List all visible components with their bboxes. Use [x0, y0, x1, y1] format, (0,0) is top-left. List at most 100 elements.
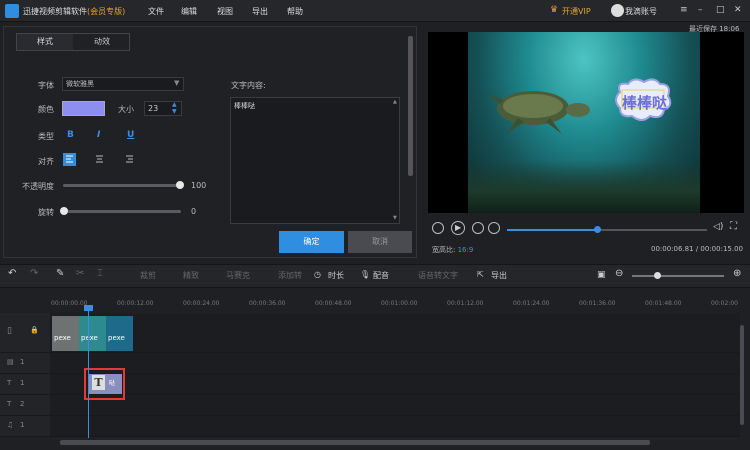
menu-export[interactable]: 导出: [252, 6, 268, 17]
stop-icon[interactable]: [488, 222, 500, 234]
mosaic-button[interactable]: 马赛克: [226, 270, 250, 281]
tab-animation[interactable]: 动效: [74, 34, 130, 50]
video-clip[interactable]: pexe: [79, 316, 106, 351]
align-right-icon[interactable]: [123, 153, 136, 166]
video-track-icon: ▯: [7, 326, 12, 336]
menu-help[interactable]: 帮助: [287, 6, 303, 17]
video-clip[interactable]: pexe: [52, 316, 79, 351]
rotate-label: 旋转: [38, 208, 54, 217]
app-title-text: 迅捷视频剪辑软件: [23, 7, 87, 16]
text-track[interactable]: [50, 374, 740, 395]
zoom-in-icon[interactable]: ⊕: [733, 268, 741, 279]
ruler-tick: 00:00:48.00: [315, 300, 352, 307]
panel-scrollbar[interactable]: [408, 36, 413, 176]
align-left-icon[interactable]: [63, 153, 76, 166]
duration-button[interactable]: 时长: [328, 270, 344, 281]
time-display: 00:00:06.81 / 00:00:15.00: [651, 245, 743, 253]
menu-edit[interactable]: 编辑: [181, 6, 197, 17]
avatar[interactable]: [611, 4, 624, 17]
playback-progress-fill: [507, 229, 597, 231]
maximize-icon[interactable]: □: [716, 5, 725, 15]
music-icon: ♫: [7, 421, 14, 429]
crop-button[interactable]: 裁剪: [140, 270, 156, 281]
bold-button[interactable]: B: [67, 130, 74, 140]
video-clip[interactable]: pexe: [106, 316, 133, 351]
time-current: 00:00:06.81: [651, 245, 694, 253]
export-button[interactable]: 导出: [491, 270, 507, 281]
refine-button[interactable]: 精致: [183, 270, 199, 281]
minimize-icon[interactable]: –: [698, 5, 703, 15]
time-separator: /: [695, 245, 699, 253]
menu-view[interactable]: 视图: [217, 6, 233, 17]
ruler-tick: 00:01:24.00: [513, 300, 550, 307]
ruler-tick: 00:01:48.00: [645, 300, 682, 307]
scroll-down-icon[interactable]: ▼: [393, 215, 397, 221]
menu-icon[interactable]: ≡: [680, 5, 688, 15]
zoom-slider[interactable]: [632, 275, 724, 277]
close-icon[interactable]: ✕: [734, 5, 742, 15]
vip-crown-icon: ♛: [550, 5, 559, 15]
align-center-icon[interactable]: [93, 153, 106, 166]
opacity-slider[interactable]: [63, 184, 181, 187]
edition-badge: (会员专版): [87, 7, 126, 16]
undo-icon[interactable]: ↶: [8, 268, 16, 279]
rotate-slider[interactable]: [63, 210, 181, 213]
text-content-input[interactable]: 棒棒哒: [230, 97, 400, 224]
italic-button[interactable]: I: [97, 130, 100, 140]
timeline-vscrollbar[interactable]: [740, 325, 744, 425]
aspect-value: 16:9: [457, 246, 474, 254]
cancel-button[interactable]: 取消: [348, 231, 412, 253]
prev-frame-icon[interactable]: [432, 222, 444, 234]
playback-progress[interactable]: [507, 229, 707, 231]
zoom-slider-handle[interactable]: [654, 272, 661, 279]
text-track-2[interactable]: [50, 395, 740, 416]
editor-tabs: 样式 动效: [16, 33, 130, 51]
scroll-up-icon[interactable]: ▲: [393, 99, 397, 105]
font-select[interactable]: 微软雅黑: [62, 77, 184, 91]
timeline-hscrollbar[interactable]: [60, 440, 650, 445]
playhead[interactable]: [88, 308, 89, 438]
volume-icon[interactable]: ◁): [713, 222, 723, 232]
font-label: 字体: [38, 81, 54, 90]
next-frame-icon[interactable]: [472, 222, 484, 234]
music-track[interactable]: [50, 416, 740, 437]
size-stepper-icon[interactable]: ▲ ▼: [172, 101, 177, 115]
color-swatch[interactable]: [62, 101, 105, 116]
aspect-ratio[interactable]: 宽高比: 16:9: [432, 245, 473, 255]
rotate-slider-handle[interactable]: [60, 207, 68, 215]
speech-to-text-button[interactable]: 语音转文字: [418, 270, 458, 281]
playhead-handle[interactable]: [84, 305, 93, 311]
rotate-value: 0: [191, 207, 197, 216]
tab-style[interactable]: 样式: [17, 34, 73, 50]
ruler-tick: 00:01:36.00: [579, 300, 616, 307]
fullscreen-icon[interactable]: ⛶: [730, 221, 737, 232]
text-content-label: 文字内容:: [231, 81, 266, 90]
time-total: 00:00:15.00: [700, 245, 743, 253]
video-track[interactable]: [50, 313, 740, 353]
account-button[interactable]: 我滴账号: [625, 6, 657, 17]
pip-track[interactable]: [50, 353, 740, 374]
text-clip[interactable]: T 哒: [84, 368, 125, 400]
app-logo-icon: [5, 4, 19, 18]
type-label: 类型: [38, 132, 54, 141]
overlay-text[interactable]: 棒棒哒: [622, 92, 667, 113]
underline-button[interactable]: U: [127, 130, 134, 140]
split-icon[interactable]: ⌶: [97, 268, 103, 279]
lock-icon[interactable]: 🔒: [30, 326, 39, 334]
snapshot-icon[interactable]: ▣: [597, 270, 606, 280]
confirm-button[interactable]: 确定: [279, 231, 344, 253]
track-number: 1: [20, 379, 25, 387]
zoom-out-icon[interactable]: ⊖: [615, 268, 623, 279]
playback-handle[interactable]: [594, 226, 601, 233]
vip-button[interactable]: 开通VIP: [562, 6, 591, 17]
edit-icon[interactable]: ✎: [56, 268, 64, 279]
delete-icon[interactable]: ✂: [76, 268, 84, 279]
opacity-slider-handle[interactable]: [176, 181, 184, 189]
chevron-down-icon: ▼: [174, 79, 180, 87]
menu-file[interactable]: 文件: [148, 6, 164, 17]
ruler-tick: 00:01:12.00: [447, 300, 484, 307]
redo-icon[interactable]: ↷: [30, 268, 38, 279]
add-transition-button[interactable]: 添加转: [278, 270, 302, 281]
text-track-2-icon: T: [7, 400, 12, 408]
dub-button[interactable]: 配音: [373, 270, 389, 281]
